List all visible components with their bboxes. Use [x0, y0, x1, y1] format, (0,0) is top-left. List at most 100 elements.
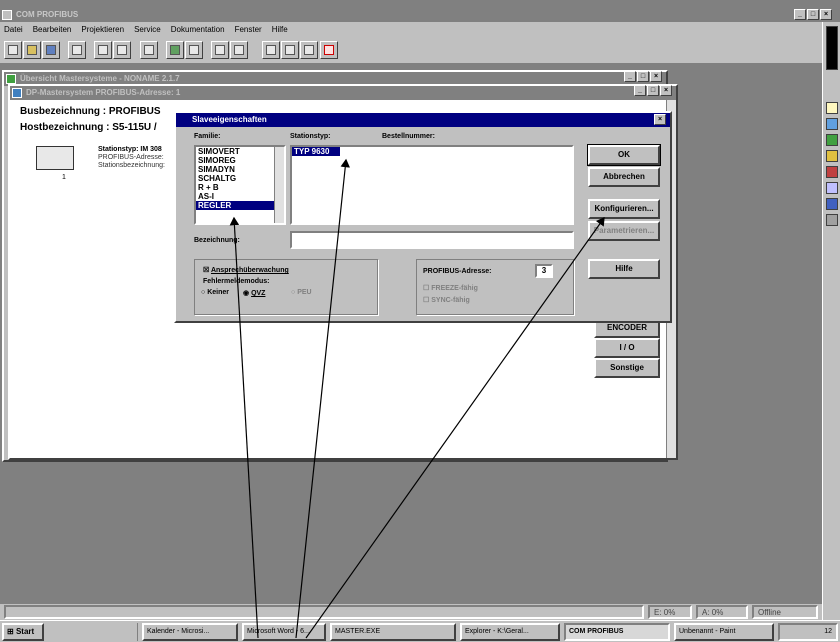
mastersystem-title: DP-Mastersystem PROFIBUS-Adresse: 1 [26, 88, 181, 97]
paste-icon[interactable] [140, 41, 158, 59]
new-file-icon[interactable] [4, 41, 22, 59]
minimize-button[interactable]: _ [794, 9, 806, 20]
help-icon[interactable] [320, 41, 338, 59]
family-item[interactable]: SIMOREG [196, 156, 284, 165]
error-mode-peu: ○ PEU [291, 289, 312, 296]
task-explorer[interactable]: Explorer - K:\Geral... [460, 623, 560, 641]
overview-maximize-button[interactable]: □ [637, 71, 649, 82]
online-icon[interactable] [300, 41, 318, 59]
bestellnummer-label: Bestellnummer: [382, 133, 435, 140]
mastersystem-window-controls: _ □ × [634, 85, 838, 96]
menubar: Datei Bearbeiten Projektieren Service Do… [0, 22, 822, 38]
shortcut-extra-icon[interactable] [826, 214, 838, 226]
copy-icon[interactable] [113, 41, 131, 59]
status-mode: Offline [752, 605, 818, 619]
status-message [4, 605, 644, 619]
master-icon[interactable] [211, 41, 229, 59]
freeze-checkbox: ☐ FREEZE-fähig [423, 285, 478, 292]
station-device-icon[interactable] [36, 146, 74, 170]
mastersystem-maximize-button[interactable]: □ [647, 85, 659, 96]
save-icon[interactable] [42, 41, 60, 59]
station-address: PROFIBUS-Adresse: [98, 154, 164, 161]
station-type: Stationstyp: IM 308 [98, 146, 162, 153]
error-mode-keiner-label: Keiner [207, 289, 229, 296]
overview-close-button[interactable]: × [650, 71, 662, 82]
task-calendar[interactable]: Kalender - Microsi... [142, 623, 238, 641]
dialog-close-button[interactable]: × [654, 114, 666, 125]
task-word[interactable]: Microsoft Word - 6... [242, 623, 326, 641]
menu-hilfe[interactable]: Hilfe [272, 22, 288, 38]
watchdog-checkbox[interactable]: ☒ Ansprechüberwachung [203, 266, 289, 274]
stationstyp-label: Stationstyp: [290, 133, 331, 140]
cut-icon[interactable] [94, 41, 112, 59]
error-mode-qvz[interactable]: ◉ QVZ [243, 289, 265, 297]
diagnose-icon[interactable] [281, 41, 299, 59]
network-icon[interactable] [166, 41, 184, 59]
freeze-label: FREEZE-fähig [431, 285, 478, 292]
menu-datei[interactable]: Datei [4, 22, 23, 38]
help-button[interactable]: Hilfe [588, 259, 660, 279]
sync-checkbox: ☐ SYNC-fähig [423, 297, 470, 304]
family-listbox[interactable]: SIMOVERT SIMOREG SIMADYN SCHALTG R + B A… [194, 145, 286, 225]
family-item[interactable]: SIMOVERT [196, 147, 284, 156]
maximize-button[interactable]: □ [807, 9, 819, 20]
family-item[interactable]: SCHALTG [196, 174, 284, 183]
shortcut-note-icon[interactable] [826, 102, 838, 114]
menu-bearbeiten[interactable]: Bearbeiten [33, 22, 72, 38]
task-paint[interactable]: Unbenannt - Paint [674, 623, 774, 641]
error-mode-keiner[interactable]: ○ Keiner [201, 289, 229, 296]
shortcut-excel-icon[interactable] [826, 134, 838, 146]
menu-service[interactable]: Service [134, 22, 161, 38]
app-title: COM PROFIBUS [16, 10, 79, 19]
shortcut-mail-icon[interactable] [826, 182, 838, 194]
bus-label: Busbezeichnung : PROFIBUS [20, 106, 161, 117]
stationstyp-listbox[interactable]: TYP 9630 [290, 145, 574, 225]
watchdog-group: ☒ Ansprechüberwachung Fehlermeldemodus: … [194, 259, 378, 315]
window-icon [12, 88, 22, 98]
family-item-selected[interactable]: REGLER [196, 201, 284, 210]
open-folder-icon[interactable] [23, 41, 41, 59]
menu-projektieren[interactable]: Projektieren [81, 22, 124, 38]
family-item[interactable]: SIMADYN [196, 165, 284, 174]
close-button[interactable]: × [820, 9, 832, 20]
overview-minimize-button[interactable]: _ [624, 71, 636, 82]
family-item[interactable]: AS-I [196, 192, 284, 201]
station-icon[interactable] [185, 41, 203, 59]
tray-clock: 12 [778, 623, 838, 641]
station-name: Stationsbezeichnung: [98, 162, 165, 169]
taskbar: ⊞ Start Kalender - Microsi... Microsoft … [0, 620, 840, 642]
configure-button[interactable]: Konfigurieren... [588, 199, 660, 219]
start-button[interactable]: ⊞ Start [2, 623, 44, 641]
io-button[interactable]: I / O [594, 338, 660, 358]
family-item[interactable]: R + B [196, 183, 284, 192]
shortcut-contacts-icon[interactable] [826, 198, 838, 210]
dialog-title: Slaveeigenschaften [192, 115, 267, 124]
menu-dokumentation[interactable]: Dokumentation [171, 22, 225, 38]
quicklaunch-bar[interactable] [48, 623, 138, 641]
office-logo-icon [826, 26, 838, 70]
menu-fenster[interactable]: Fenster [235, 22, 262, 38]
sonstige-button[interactable]: Sonstige [594, 358, 660, 378]
profibus-address-field[interactable]: 3 [535, 264, 553, 278]
task-com-profibus[interactable]: COM PROFIBUS [564, 623, 670, 641]
bezeichnung-input[interactable] [290, 231, 574, 249]
station-number: 1 [62, 174, 66, 181]
parametrize-button: Parametrieren... [588, 221, 660, 241]
cancel-button[interactable]: Abbrechen [588, 167, 660, 187]
shortcut-word-icon[interactable] [826, 118, 838, 130]
task-master[interactable]: MASTER.EXE [330, 623, 456, 641]
stationstyp-item-selected[interactable]: TYP 9630 [292, 147, 340, 156]
status-e: E: 0% [648, 605, 692, 619]
print-icon[interactable] [68, 41, 86, 59]
mastersystem-minimize-button[interactable]: _ [634, 85, 646, 96]
view-icon[interactable] [262, 41, 280, 59]
family-label: Familie: [194, 133, 221, 140]
slave-icon[interactable] [230, 41, 248, 59]
app-titlebar: COM PROFIBUS [0, 8, 822, 22]
overview-window-controls: _ □ × [624, 71, 838, 82]
shortcut-pp-icon[interactable] [826, 150, 838, 162]
mastersystem-close-button[interactable]: × [660, 85, 672, 96]
family-scrollbar[interactable] [274, 147, 284, 223]
ok-button[interactable]: OK [587, 144, 661, 166]
shortcut-access-icon[interactable] [826, 166, 838, 178]
